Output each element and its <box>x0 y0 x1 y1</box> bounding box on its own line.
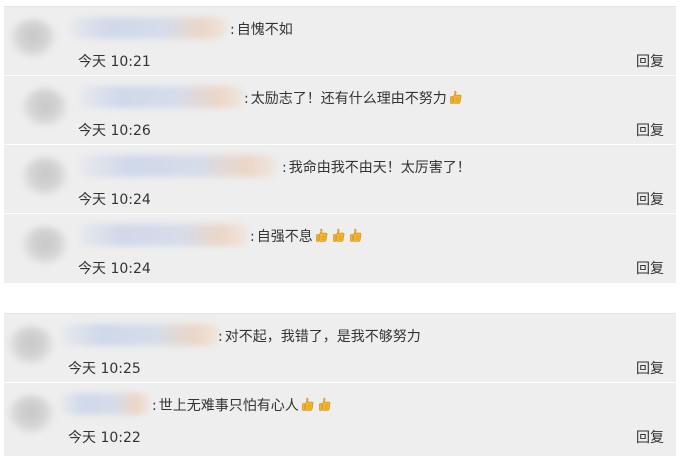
username-blurred[interactable] <box>78 224 248 246</box>
username-blurred[interactable] <box>78 155 278 177</box>
avatar[interactable] <box>22 88 68 126</box>
avatar[interactable] <box>22 157 68 195</box>
timestamp: 今天 10:21 <box>78 54 151 70</box>
username-blurred[interactable] <box>60 393 150 415</box>
comment-text: : 自愧不如 <box>230 22 293 38</box>
comment-body: 自愧不如 <box>236 22 293 38</box>
comment-text: : 我命由我不由天！太厉害了！ <box>282 160 471 176</box>
reply-button[interactable]: 回复 <box>636 358 664 378</box>
reply-button[interactable]: 回复 <box>636 51 664 71</box>
comment-body: 太励志了！还有什么理由不努力 <box>250 91 447 107</box>
comment-body: 自强不息 <box>256 229 313 245</box>
comment-row: : 我命由我不由天！太厉害了！ 今天 10:24 回复 <box>4 145 676 214</box>
reply-button[interactable]: 回复 <box>636 120 664 140</box>
thumbs-up-icon <box>332 228 347 243</box>
comment-body: 对不起，我错了，是我不够努力 <box>224 329 421 345</box>
comment-text: : 对不起，我错了，是我不够努力 <box>218 329 421 345</box>
timestamp: 今天 10:24 <box>78 261 151 277</box>
username-blurred[interactable] <box>68 17 228 39</box>
thumbs-up-icon <box>318 397 333 412</box>
avatar[interactable] <box>22 226 68 264</box>
comment-panel-1: : 自愧不如 今天 10:21 回复 : 太励志了！还有什么理由不努力 今天 10:… <box>4 6 676 283</box>
avatar[interactable] <box>8 326 54 364</box>
comment-row: : 太励志了！还有什么理由不努力 今天 10:26 回复 <box>4 76 676 145</box>
comment-text: : 自强不息 <box>250 226 364 248</box>
avatar[interactable] <box>10 19 56 57</box>
avatar[interactable] <box>8 395 54 433</box>
comment-body: 我命由我不由天！太厉害了！ <box>288 160 471 176</box>
timestamp: 今天 10:26 <box>78 123 151 139</box>
comment-body: 世上无难事只怕有心人 <box>158 398 299 414</box>
reply-button[interactable]: 回复 <box>636 189 664 209</box>
timestamp: 今天 10:25 <box>68 361 141 377</box>
comment-row: : 自强不息 今天 10:24 回复 <box>4 214 676 282</box>
thumbs-up-icon <box>301 397 316 412</box>
comment-row: : 对不起，我错了，是我不够努力 今天 10:25 回复 <box>4 314 676 383</box>
thumbs-up-icon <box>315 228 330 243</box>
reply-button[interactable]: 回复 <box>636 258 664 278</box>
timestamp: 今天 10:24 <box>78 192 151 208</box>
username-blurred[interactable] <box>78 86 244 108</box>
comment-panel-2: : 对不起，我错了，是我不够努力 今天 10:25 回复 : 世上无难事只怕有心人 … <box>4 313 676 456</box>
reply-button[interactable]: 回复 <box>636 427 664 447</box>
comment-row: : 自愧不如 今天 10:21 回复 <box>4 7 676 76</box>
thumbs-up-icon <box>349 228 364 243</box>
timestamp: 今天 10:22 <box>68 430 141 446</box>
username-blurred[interactable] <box>60 324 220 346</box>
comment-row: : 世上无难事只怕有心人 今天 10:22 回复 <box>4 383 676 451</box>
comment-text: : 太励志了！还有什么理由不努力 <box>244 88 464 110</box>
thumbs-up-icon <box>449 90 464 105</box>
comment-text: : 世上无难事只怕有心人 <box>152 395 333 417</box>
